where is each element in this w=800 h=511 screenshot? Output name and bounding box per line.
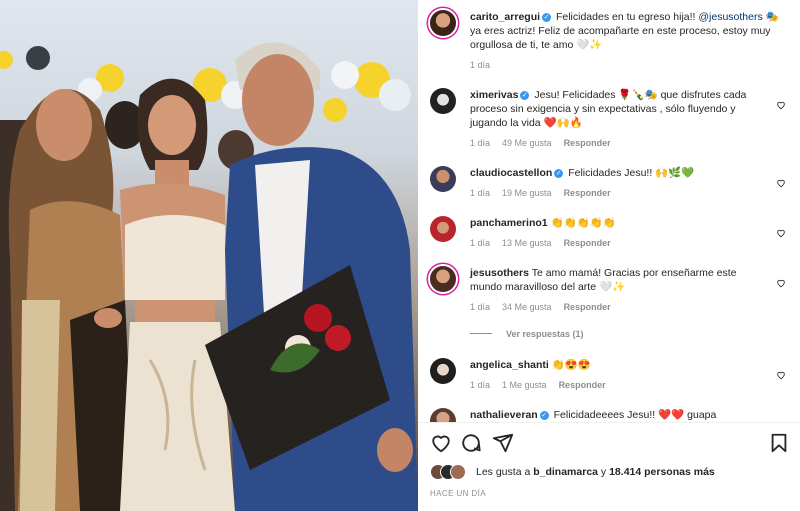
comment-avatar[interactable] xyxy=(430,358,456,384)
comment-time: 1 día xyxy=(470,380,491,390)
comment-time: 1 día xyxy=(470,302,491,312)
liker-avatar xyxy=(450,464,466,480)
verified-icon: ✓ xyxy=(520,91,530,100)
comments-panel: carito_arregui ✓ Felicidades en tu egreso… xyxy=(418,0,800,511)
comment-likes[interactable]: 49 Me gusta xyxy=(502,138,552,148)
author-avatar[interactable] xyxy=(430,10,456,36)
comment-avatar[interactable] xyxy=(430,88,456,114)
likes-user[interactable]: b_dinamarca xyxy=(533,466,598,478)
comment-likes[interactable]: 34 Me gusta xyxy=(502,302,552,312)
heart-icon[interactable] xyxy=(776,100,786,110)
reply-button[interactable]: Responder xyxy=(564,188,611,198)
comment-username[interactable]: ximerivas xyxy=(470,89,518,101)
comment-likes[interactable]: 19 Me gusta xyxy=(502,188,552,198)
comment-text: Felicidades Jesu!! 🙌🌿💚 xyxy=(568,167,695,179)
reply-button[interactable]: Responder xyxy=(564,302,611,312)
reply-button[interactable]: Responder xyxy=(564,138,611,148)
comment-username[interactable]: claudiocastellon xyxy=(470,167,552,179)
likes-middle: y xyxy=(598,466,610,478)
comment-avatar[interactable] xyxy=(430,166,456,192)
replies-line xyxy=(470,333,492,334)
comment-text: 👏👏👏👏👏 xyxy=(550,217,616,229)
comment-likes[interactable]: 13 Me gusta xyxy=(502,238,552,248)
divider xyxy=(418,422,800,423)
caption-text: Felicidades en tu egreso hija!! xyxy=(555,11,699,23)
comment-username[interactable]: jesusothers xyxy=(470,267,529,279)
verified-icon: ✓ xyxy=(542,13,552,22)
post-time-ago: HACE UN DÍA xyxy=(430,489,486,498)
view-replies-button[interactable]: Ver respuestas (1) xyxy=(470,329,584,339)
comment-avatar[interactable] xyxy=(430,216,456,242)
author-username[interactable]: carito_arregui xyxy=(470,11,540,23)
reply-button[interactable]: Responder xyxy=(564,238,611,248)
comment-avatar[interactable] xyxy=(430,266,456,292)
action-bar xyxy=(430,432,790,454)
comment-avatar[interactable] xyxy=(430,408,456,422)
comment-username[interactable]: angelica_shanti xyxy=(470,359,549,371)
comment-username[interactable]: panchamerino1 xyxy=(470,217,548,229)
comment-likes[interactable]: 1 Me gusta xyxy=(502,380,547,390)
reply-button[interactable]: Responder xyxy=(559,380,606,390)
liker-avatars xyxy=(430,464,472,480)
heart-icon[interactable] xyxy=(430,432,452,454)
comment-time: 1 día xyxy=(470,238,491,248)
comment-time: 1 día xyxy=(470,138,491,148)
heart-icon[interactable] xyxy=(776,228,786,238)
photo-illustration xyxy=(0,42,418,511)
comment-text: 👏😍😍 xyxy=(551,359,591,371)
verified-icon: ✓ xyxy=(554,169,564,178)
likes-prefix: Les gusta a xyxy=(476,466,534,478)
likes-count[interactable]: 18.414 personas más xyxy=(609,466,715,478)
comments-list[interactable]: carito_arregui ✓ Felicidades en tu egreso… xyxy=(418,0,800,422)
bookmark-icon[interactable] xyxy=(768,432,790,454)
comment-icon[interactable] xyxy=(460,432,482,454)
heart-icon[interactable] xyxy=(776,278,786,288)
view-replies-label: Ver respuestas (1) xyxy=(506,329,584,339)
post-photo[interactable] xyxy=(0,0,418,511)
caption-time: 1 día xyxy=(470,60,491,70)
comment-text: Felicidadeeees Jesu!! ❤️❤️ guapa xyxy=(553,409,717,421)
heart-icon[interactable] xyxy=(776,370,786,380)
caption-mention[interactable]: @jesusothers xyxy=(698,11,762,23)
heart-icon[interactable] xyxy=(776,178,786,188)
comment-time: 1 día xyxy=(470,188,491,198)
share-icon[interactable] xyxy=(492,432,514,454)
instagram-post: carito_arregui ✓ Felicidades en tu egreso… xyxy=(0,0,800,511)
comment-username[interactable]: nathalieveran xyxy=(470,409,538,421)
verified-icon: ✓ xyxy=(539,411,549,420)
